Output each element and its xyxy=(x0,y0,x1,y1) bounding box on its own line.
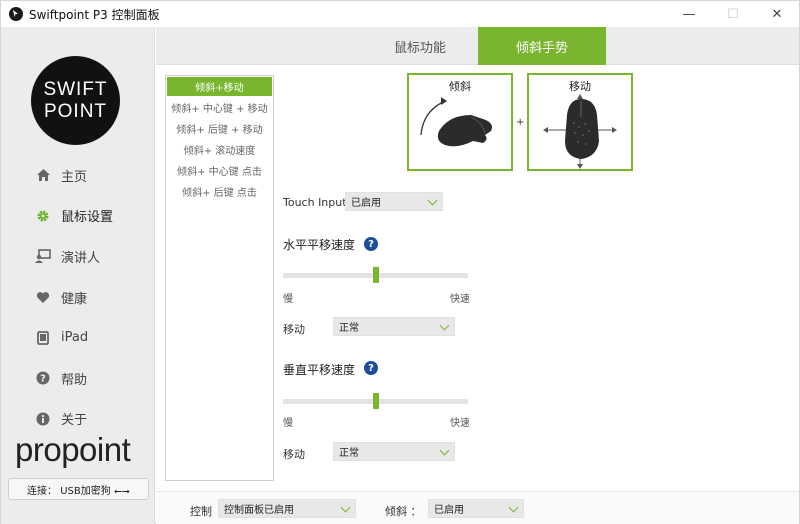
sidebar-item-label: 健康 xyxy=(61,291,88,307)
help-icon: ? xyxy=(35,370,51,386)
chevron-down-icon xyxy=(439,445,450,456)
heart-icon xyxy=(35,289,51,305)
sidebar-item-label: 关于 xyxy=(61,413,88,429)
slow-label: 慢 xyxy=(283,294,293,305)
sidebar-item-ipad[interactable]: iPad xyxy=(1,317,155,358)
sidebar-item-presenter[interactable]: 演讲人 xyxy=(1,236,155,277)
tab-bar: 鼠标功能 倾斜手势 xyxy=(156,27,799,65)
connection-status: 连接： USB加密狗 ⭠⭢ xyxy=(8,478,149,500)
slider-thumb[interactable] xyxy=(373,267,379,283)
swiftpoint-logo: SWIFT POINT xyxy=(31,56,120,145)
app-window: Swiftpoint P3 控制面板 — ☐ ✕ SWIFT POINT 主页 xyxy=(0,0,800,524)
horizontal-move-select[interactable]: 正常 xyxy=(333,317,455,336)
sidebar-item-health[interactable]: 健康 xyxy=(1,277,155,318)
gesture-item-tilt-move[interactable]: 倾斜+移动 xyxy=(167,77,272,96)
tab-tilt-gestures[interactable]: 倾斜手势 xyxy=(478,27,606,65)
svg-text:?: ? xyxy=(40,374,46,385)
gesture-item-tilt-middle-move[interactable]: 倾斜+ 中心键 + 移动 xyxy=(166,97,273,118)
tilt-select[interactable]: 已启用 xyxy=(428,499,524,518)
sidebar-item-label: 主页 xyxy=(61,169,88,185)
chevron-down-icon xyxy=(427,195,438,206)
horizontal-speed-slider[interactable] xyxy=(283,267,468,283)
horizontal-speed-title: 水平平移速度 xyxy=(283,238,356,252)
title-bar: Swiftpoint P3 控制面板 — ☐ ✕ xyxy=(1,1,799,27)
sidebar-item-label: iPad xyxy=(61,330,89,346)
vertical-move-value: 正常 xyxy=(339,448,359,459)
minimize-button[interactable]: — xyxy=(667,1,711,27)
logo-line-1: SWIFT xyxy=(43,78,108,100)
horizontal-move-label: 移动 xyxy=(283,323,305,336)
fast-label: 快速 xyxy=(450,418,470,429)
sidebar-item-label: 演讲人 xyxy=(61,250,101,266)
vertical-move-select[interactable]: 正常 xyxy=(333,442,455,461)
sidebar-item-home[interactable]: 主页 xyxy=(1,155,155,196)
app-logo-icon xyxy=(9,7,23,21)
window-controls: — ☐ ✕ xyxy=(667,1,799,27)
sidebar-item-help[interactable]: ? 帮助 xyxy=(1,358,155,399)
window-title: Swiftpoint P3 控制面板 xyxy=(29,7,160,22)
tab-mouse-functions[interactable]: 鼠标功能 xyxy=(376,27,464,65)
control-value: 控制面板已启用 xyxy=(224,505,294,516)
help-icon[interactable]: ? xyxy=(364,237,378,251)
gesture-item-tilt-middle-click[interactable]: 倾斜+ 中心键 点击 xyxy=(166,160,273,181)
plus-sign: + xyxy=(516,117,525,128)
touch-input-value: 已启用 xyxy=(351,198,381,209)
help-icon[interactable]: ? xyxy=(364,361,378,375)
tilted-mouse-image xyxy=(420,97,492,147)
vertical-move-label: 移动 xyxy=(283,448,305,461)
control-label: 控制 xyxy=(190,505,212,518)
info-icon xyxy=(35,411,51,427)
sidebar-item-mouse-settings[interactable]: 鼠标设置 xyxy=(1,196,155,237)
slow-label: 慢 xyxy=(283,418,293,429)
fast-label: 快速 xyxy=(450,294,470,305)
gesture-item-tilt-back-move[interactable]: 倾斜+ 后键 + 移动 xyxy=(166,118,273,139)
vertical-speed-slider[interactable] xyxy=(283,393,468,409)
tablet-icon xyxy=(35,330,51,346)
tilt-illustration: 倾斜 xyxy=(407,73,513,171)
vertical-speed-title: 垂直平移速度 xyxy=(283,363,356,377)
gesture-item-tilt-scroll-speed[interactable]: 倾斜+ 滚动速度 xyxy=(166,139,273,160)
close-button[interactable]: ✕ xyxy=(755,1,799,27)
control-select[interactable]: 控制面板已启用 xyxy=(218,499,356,518)
horizontal-move-value: 正常 xyxy=(339,323,359,334)
sidebar-nav: 主页 鼠标设置 演讲人 健康 iPad ? 帮助 关于 xyxy=(1,155,155,439)
touch-input-select[interactable]: 已启用 xyxy=(345,192,443,211)
move-illustration: 移动 xyxy=(527,73,633,171)
chevron-down-icon xyxy=(439,320,450,331)
sidebar-item-label: 鼠标设置 xyxy=(61,210,114,226)
gesture-list: 倾斜+移动 倾斜+ 中心键 + 移动 倾斜+ 后键 + 移动 倾斜+ 滚动速度 … xyxy=(165,75,274,481)
chevron-down-icon xyxy=(340,502,351,513)
home-icon xyxy=(35,167,51,183)
maximize-button[interactable]: ☐ xyxy=(711,1,755,27)
logo-line-2: POINT xyxy=(43,100,108,122)
sidebar-item-label: 帮助 xyxy=(61,372,88,388)
gear-icon xyxy=(35,208,51,224)
tilt-label: 倾斜 ： xyxy=(385,505,422,518)
presenter-icon xyxy=(35,248,51,264)
chevron-down-icon xyxy=(508,502,519,513)
propoint-brand: propoint xyxy=(15,431,131,468)
bottom-bar: 控制 控制面板已启用 倾斜 ： 已启用 xyxy=(156,491,799,524)
slider-thumb[interactable] xyxy=(373,393,379,409)
gesture-item-tilt-back-click[interactable]: 倾斜+ 后键 点击 xyxy=(166,181,273,202)
tilt-value: 已启用 xyxy=(434,505,464,516)
move-mouse-image xyxy=(543,94,617,169)
sidebar: SWIFT POINT 主页 鼠标设置 演讲人 健康 iPad ? 帮助 关于 … xyxy=(1,27,155,524)
touch-input-label: Touch Input xyxy=(283,196,347,209)
